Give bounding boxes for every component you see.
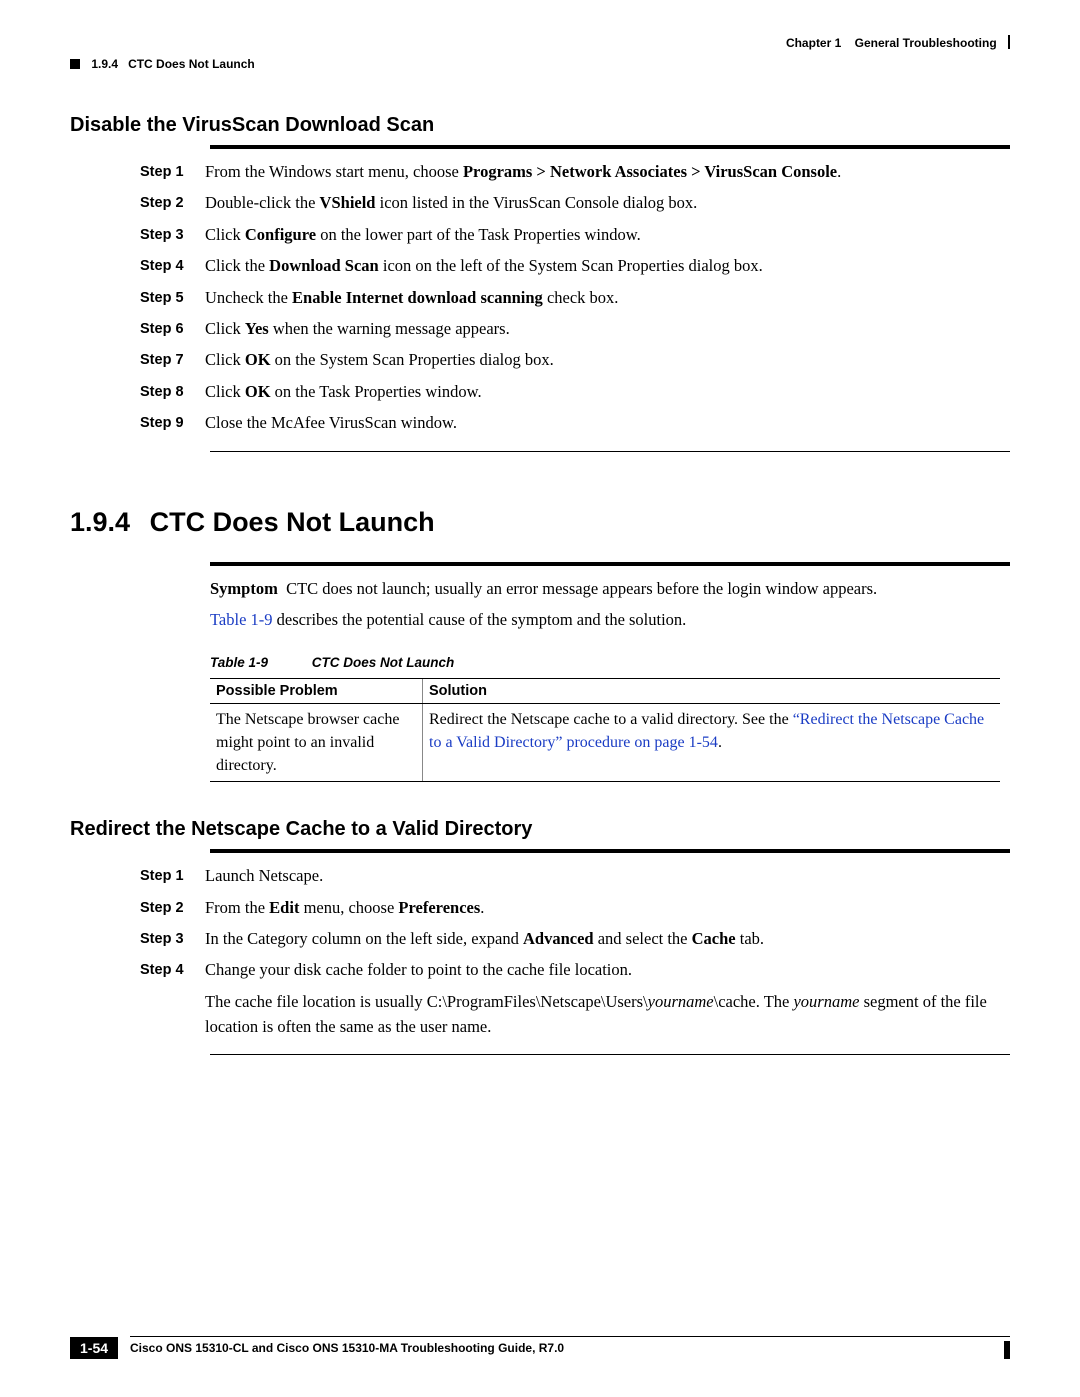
step-row: Step 2Double-click the VShield icon list… [140,190,1010,216]
step-body: Double-click the VShield icon listed in … [205,190,1010,216]
step-row: Step 4Click the Download Scan icon on th… [140,253,1010,279]
step-label: Step 9 [140,410,205,436]
step-label: Step 3 [140,926,205,952]
step-body: Click Yes when the warning message appea… [205,316,1010,342]
rule [210,1054,1010,1055]
table-header-solution: Solution [423,678,1001,703]
step-body: Click the Download Scan icon on the left… [205,253,1010,279]
footer-mark-icon [1004,1341,1010,1359]
step-label: Step 1 [140,159,205,185]
step-list-virusscan: Step 1From the Windows start menu, choos… [70,159,1010,437]
step-body: Click OK on the System Scan Properties d… [205,347,1010,373]
rule [210,849,1010,853]
step-row: Step 3In the Category column on the left… [140,926,1010,952]
table-title: CTC Does Not Launch [312,655,455,670]
section-number: 1.9.4 [70,507,130,537]
step-label: Step 1 [140,863,205,889]
page-number: 1-54 [70,1337,118,1359]
step-row: Step 1From the Windows start menu, choos… [140,159,1010,185]
cell-problem: The Netscape browser cache might point t… [210,703,423,782]
table-ref-text: Table 1-9 describes the potential cause … [210,607,1010,633]
step-body: Uncheck the Enable Internet download sca… [205,285,1010,311]
footer: Cisco ONS 15310-CL and Cisco ONS 15310-M… [70,1336,1010,1355]
step-body: Launch Netscape. [205,863,1010,889]
footer-rule [130,1336,1010,1337]
step-body: From the Edit menu, choose Preferences. [205,895,1010,921]
header-left: 1.9.4 CTC Does Not Launch [70,57,255,71]
step-body: Click OK on the Task Properties window. [205,379,1010,405]
step-label: Step 5 [140,285,205,311]
footer-title: Cisco ONS 15310-CL and Cisco ONS 15310-M… [130,1341,1010,1355]
cache-location-note: The cache file location is usually C:\Pr… [205,989,1010,1040]
step-body: In the Category column on the left side,… [205,926,1010,952]
step-row: Step 3Click Configure on the lower part … [140,222,1010,248]
symptom-text: Symptom CTC does not launch; usually an … [210,576,1010,602]
table-row: The Netscape browser cache might point t… [210,703,1000,782]
rule [210,451,1010,452]
rule [210,562,1010,566]
section-title: CTC Does Not Launch [150,507,435,537]
step-label: Step 4 [140,253,205,279]
step-row: Step 6Click Yes when the warning message… [140,316,1010,342]
section-disable-virusscan-title: Disable the VirusScan Download Scan [70,114,1010,137]
step-label: Step 8 [140,379,205,405]
step-list-redirect: Step 1Launch Netscape.Step 2From the Edi… [70,863,1010,984]
step-body: Close the McAfee VirusScan window. [205,410,1010,436]
table-header-problem: Possible Problem [210,678,423,703]
section-redirect-title: Redirect the Netscape Cache to a Valid D… [70,818,1010,841]
table-ctc-does-not-launch: Possible Problem Solution The Netscape b… [210,678,1000,783]
rule [210,145,1010,149]
step-body: From the Windows start menu, choose Prog… [205,159,1010,185]
step-label: Step 3 [140,222,205,248]
chapter-title: General Troubleshooting [855,36,997,50]
cell-solution: Redirect the Netscape cache to a valid d… [423,703,1001,782]
step-label: Step 2 [140,895,205,921]
step-row: Step 8Click OK on the Task Properties wi… [140,379,1010,405]
breadcrumb-title: CTC Does Not Launch [128,57,255,71]
table-number: Table 1-9 [210,655,268,670]
breadcrumb-number: 1.9.4 [91,57,118,71]
page: Chapter 1 General Troubleshooting 1.9.4 … [0,0,1080,1397]
table-caption: Table 1-9 CTC Does Not Launch [210,655,1010,670]
step-row: Step 5Uncheck the Enable Internet downlo… [140,285,1010,311]
step-body: Change your disk cache folder to point t… [205,957,1010,983]
step-body: Click Configure on the lower part of the… [205,222,1010,248]
running-header: Chapter 1 General Troubleshooting 1.9.4 … [70,35,1010,59]
section-ctc-heading: 1.9.4 CTC Does Not Launch [70,507,1010,538]
content: Disable the VirusScan Download Scan Step… [70,114,1010,1055]
chapter-label: Chapter 1 [786,36,841,50]
step-row: Step 7Click OK on the System Scan Proper… [140,347,1010,373]
step-row: Step 1Launch Netscape. [140,863,1010,889]
header-square-icon [70,59,80,69]
step-label: Step 2 [140,190,205,216]
step-label: Step 7 [140,347,205,373]
step-row: Step 2From the Edit menu, choose Prefere… [140,895,1010,921]
header-divider [1008,35,1010,49]
step-label: Step 6 [140,316,205,342]
header-right: Chapter 1 General Troubleshooting [786,35,1010,50]
step-row: Step 4Change your disk cache folder to p… [140,957,1010,983]
step-label: Step 4 [140,957,205,983]
step-row: Step 9Close the McAfee VirusScan window. [140,410,1010,436]
